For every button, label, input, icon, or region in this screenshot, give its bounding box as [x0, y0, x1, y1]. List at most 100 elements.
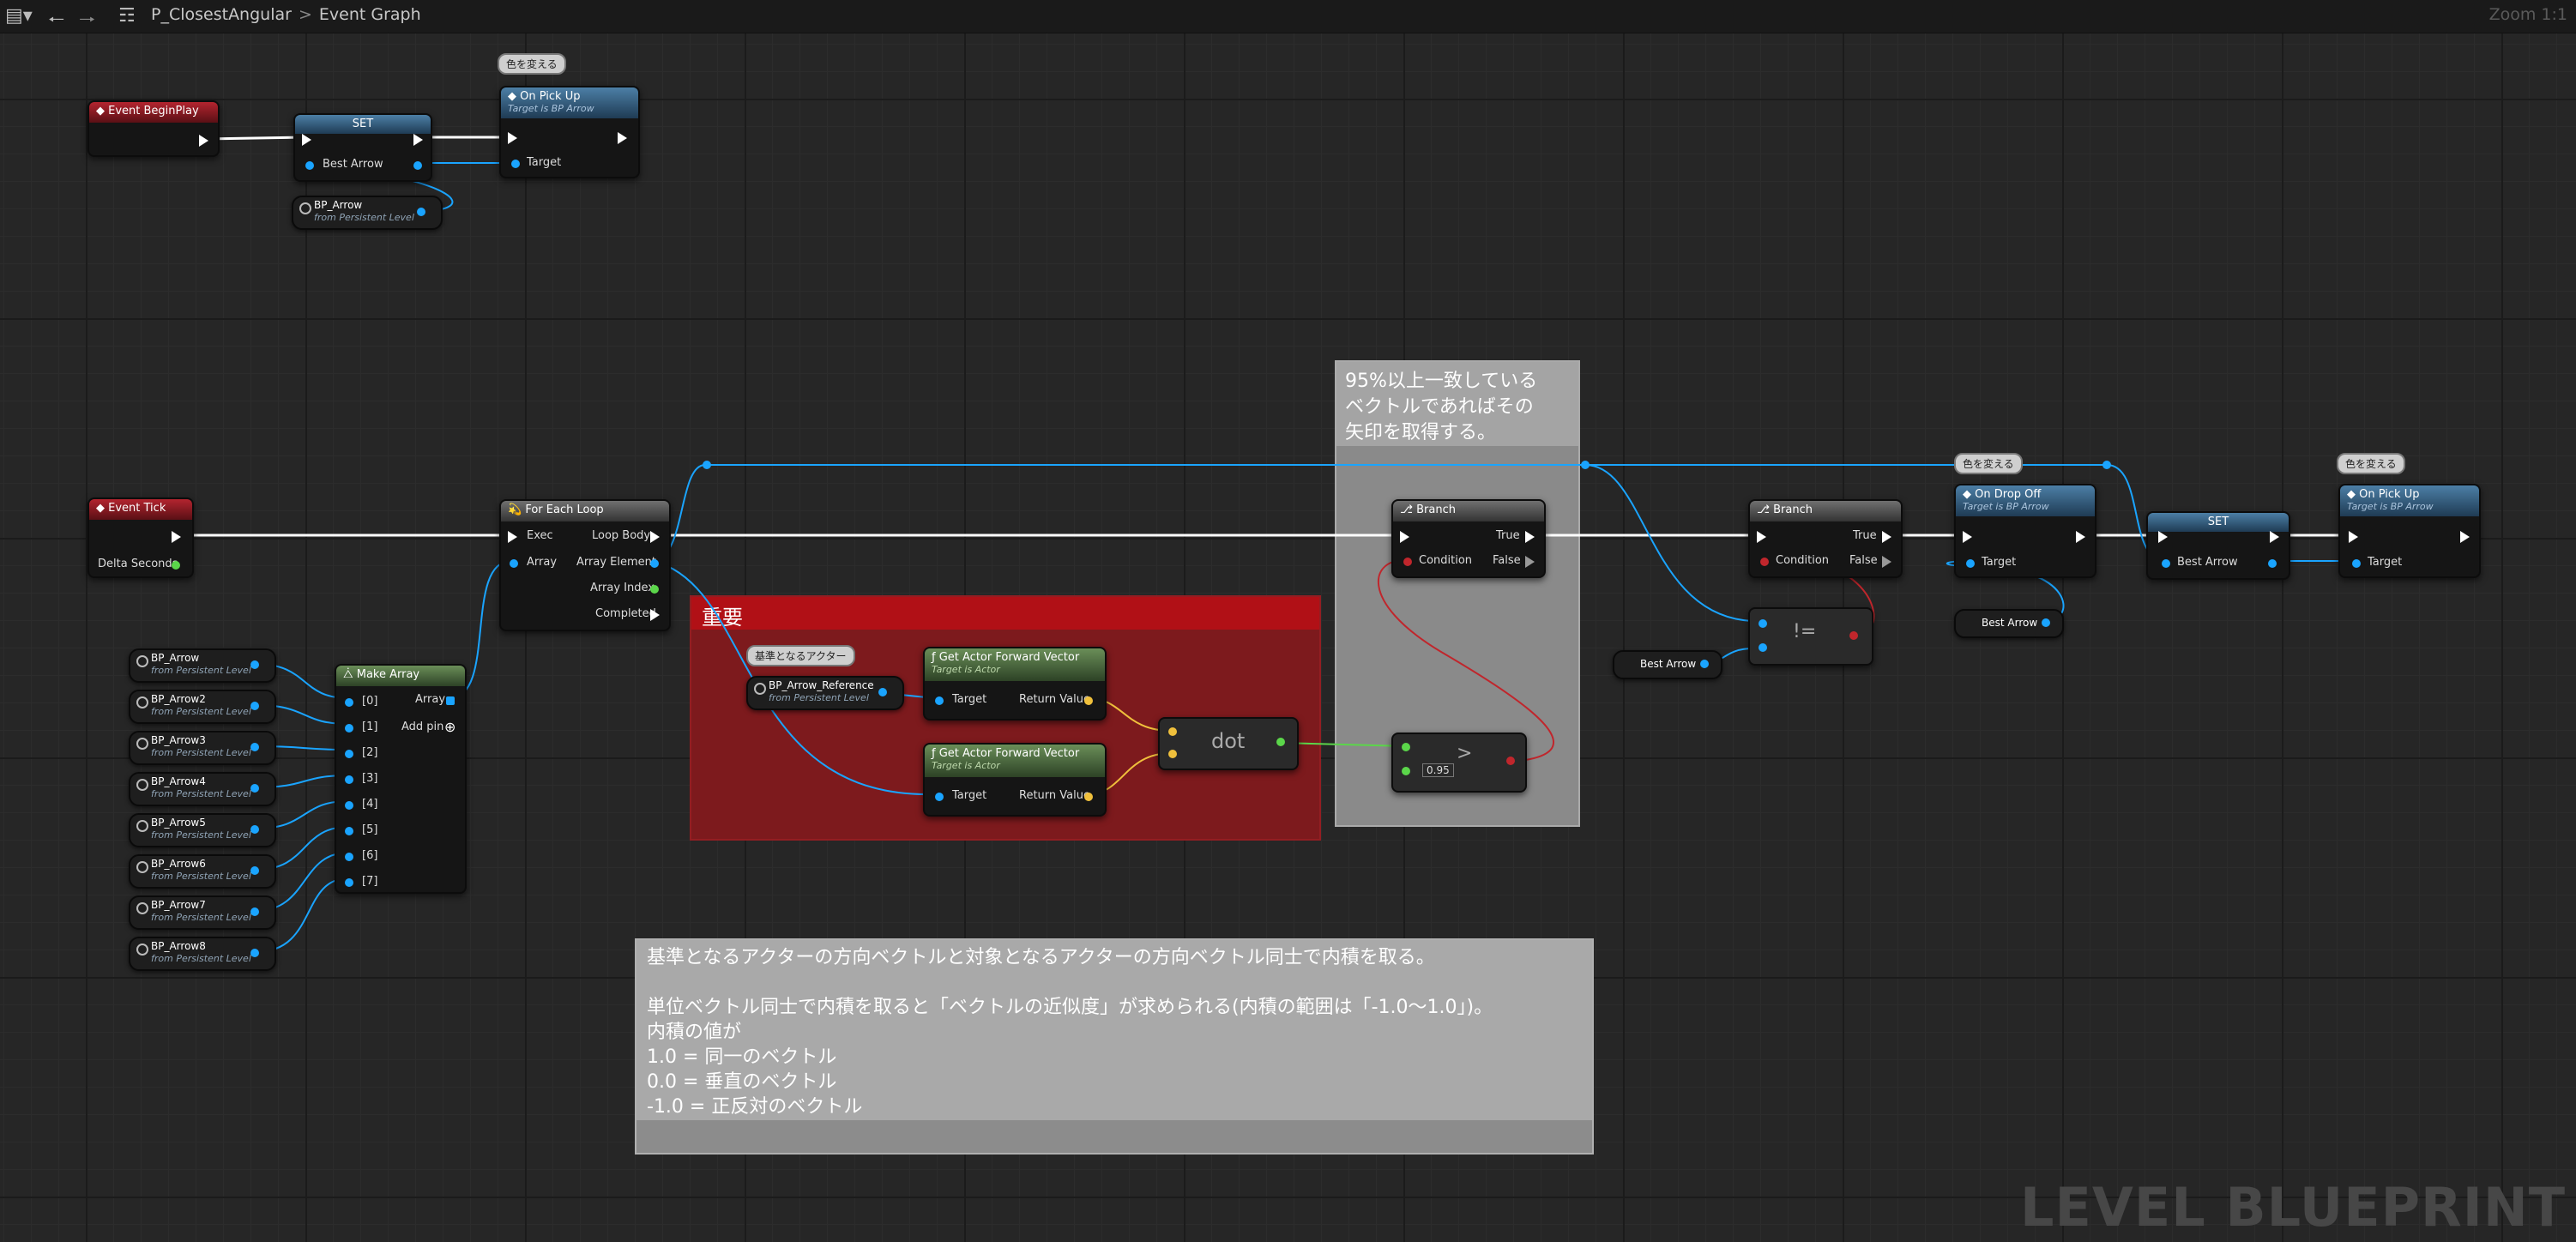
- get-actor-forward-vector-node-2[interactable]: ƒ Get Actor Forward Vector Target is Acto…: [923, 743, 1107, 817]
- bp-arrow-ref-3[interactable]: BP_Arrow3 from Persistent Level: [129, 731, 276, 765]
- best-arrow-out-pin[interactable]: [413, 161, 422, 170]
- bp-arrow-ref-top[interactable]: BP_Arrow from Persistent Level: [292, 196, 443, 230]
- bp-arrow-ref-6[interactable]: BP_Arrow6 from Persistent Level: [129, 854, 276, 889]
- array-out-pin[interactable]: [446, 696, 455, 705]
- bp-arrow-ref-2[interactable]: BP_Arrow2 from Persistent Level: [129, 690, 276, 724]
- false-out-pin[interactable]: [1525, 556, 1535, 568]
- true-out-pin[interactable]: [1882, 531, 1891, 543]
- on-pick-up-node-1[interactable]: ◆ On Pick Up Target is BP Arrow Target: [499, 86, 640, 178]
- graph-hierarchy-icon[interactable]: ☶: [118, 5, 136, 27]
- return-value-pin[interactable]: [1084, 696, 1093, 705]
- bp-arrow-ref-7[interactable]: BP_Arrow7 from Persistent Level: [129, 895, 276, 930]
- back-arrow-icon[interactable]: 🠐: [48, 5, 64, 38]
- array-item-pin[interactable]: [345, 724, 353, 733]
- best-arrow-in-pin[interactable]: [305, 161, 314, 170]
- vector-a-pin[interactable]: [1168, 727, 1177, 736]
- bool-out-pin[interactable]: [1849, 631, 1858, 640]
- target-pin[interactable]: [935, 696, 944, 705]
- object-out-pin[interactable]: [250, 702, 259, 710]
- branch-node-2[interactable]: ⎇ Branch True Condition False: [1748, 499, 1903, 578]
- bp-arrow-reference-node[interactable]: BP_Arrow_Reference from Persistent Level: [746, 676, 904, 710]
- get-actor-forward-vector-node-1[interactable]: ƒ Get Actor Forward Vector Target is Acto…: [923, 647, 1107, 720]
- vector-b-pin[interactable]: [1168, 750, 1177, 758]
- bp-arrow-ref-5[interactable]: BP_Arrow5 from Persistent Level: [129, 813, 276, 847]
- float-b-pin[interactable]: [1402, 767, 1410, 775]
- object-out-pin[interactable]: [250, 907, 259, 916]
- target-pin[interactable]: [2352, 559, 2361, 568]
- array-item-pin[interactable]: [345, 698, 353, 707]
- exec-out-pin[interactable]: [2460, 531, 2470, 543]
- object-out-pin[interactable]: [250, 784, 259, 793]
- array-item-pin[interactable]: [345, 827, 353, 835]
- object-out-pin[interactable]: [417, 208, 425, 216]
- array-item-pin[interactable]: [345, 775, 353, 784]
- exec-in-pin[interactable]: [1400, 531, 1409, 543]
- branch-node-1[interactable]: ⎇ Branch True Condition False: [1391, 499, 1546, 578]
- completed-out-pin[interactable]: [650, 609, 660, 621]
- breadcrumb-page[interactable]: Event Graph: [319, 5, 421, 24]
- greater-than-node[interactable]: 0.95 >: [1391, 733, 1527, 793]
- return-value-pin[interactable]: [1084, 793, 1093, 801]
- on-pick-up-node-2[interactable]: ◆ On Pick Up Target is BP Arrow Target: [2338, 484, 2481, 578]
- exec-out-pin[interactable]: [2076, 531, 2085, 543]
- object-b-pin[interactable]: [1759, 643, 1767, 652]
- reroute-knot[interactable]: [1581, 461, 1590, 469]
- bool-out-pin[interactable]: [1506, 757, 1515, 765]
- exec-in-pin[interactable]: [1963, 531, 1972, 543]
- array-item-pin[interactable]: [345, 801, 353, 810]
- add-pin-label[interactable]: Add pin: [401, 720, 443, 733]
- condition-pin[interactable]: [1760, 558, 1769, 566]
- threshold-value-field[interactable]: 0.95: [1422, 763, 1454, 777]
- object-out-pin[interactable]: [1700, 660, 1709, 668]
- object-out-pin[interactable]: [878, 688, 887, 696]
- add-pin-icon[interactable]: ⊕: [444, 719, 455, 735]
- target-pin[interactable]: [1966, 559, 1975, 568]
- delta-seconds-pin[interactable]: [172, 561, 180, 570]
- forward-arrow-icon[interactable]: 🠒: [79, 5, 95, 38]
- exec-in-pin[interactable]: [508, 132, 517, 144]
- target-pin[interactable]: [511, 160, 520, 168]
- array-item-pin[interactable]: [345, 853, 353, 861]
- array-item-pin[interactable]: [345, 878, 353, 887]
- exec-in-pin[interactable]: [508, 531, 517, 543]
- false-out-pin[interactable]: [1882, 556, 1891, 568]
- dot-product-node[interactable]: dot: [1158, 717, 1299, 770]
- event-tick-node[interactable]: ◆ Event Tick Delta Seconds: [87, 497, 194, 578]
- breadcrumb-graph-name[interactable]: P_ClosestAngular: [151, 5, 292, 24]
- best-arrow-out-pin[interactable]: [2268, 559, 2277, 568]
- float-a-pin[interactable]: [1402, 743, 1410, 751]
- reroute-knot[interactable]: [703, 461, 711, 469]
- bp-arrow-ref-8[interactable]: BP_Arrow8 from Persistent Level: [129, 937, 276, 971]
- object-out-pin[interactable]: [250, 660, 259, 669]
- best-arrow-get-node-2[interactable]: Best Arrow: [1954, 609, 2064, 638]
- object-out-pin[interactable]: [2042, 618, 2050, 627]
- not-equal-node[interactable]: !=: [1748, 607, 1873, 666]
- loop-body-out-pin[interactable]: [650, 531, 660, 543]
- exec-out-pin[interactable]: [199, 135, 208, 147]
- condition-pin[interactable]: [1403, 558, 1412, 566]
- object-out-pin[interactable]: [250, 866, 259, 875]
- reroute-knot[interactable]: [2102, 461, 2111, 469]
- object-out-pin[interactable]: [250, 949, 259, 957]
- blueprint-menu-icon[interactable]: ▤▾: [5, 5, 33, 27]
- array-in-pin[interactable]: [510, 559, 518, 568]
- best-arrow-in-pin[interactable]: [2162, 559, 2170, 568]
- exec-out-pin[interactable]: [618, 132, 627, 144]
- set-best-arrow-node-1[interactable]: SET Best Arrow: [293, 113, 432, 182]
- exec-out-pin[interactable]: [413, 134, 423, 146]
- array-item-pin[interactable]: [345, 750, 353, 758]
- exec-in-pin[interactable]: [2349, 531, 2358, 543]
- exec-out-pin[interactable]: [172, 531, 181, 543]
- best-arrow-get-node-1[interactable]: Best Arrow: [1613, 650, 1722, 679]
- object-out-pin[interactable]: [250, 825, 259, 834]
- array-index-out-pin[interactable]: [650, 585, 659, 594]
- bp-arrow-ref-4[interactable]: BP_Arrow4 from Persistent Level: [129, 772, 276, 806]
- for-each-loop-node[interactable]: 💫 For Each Loop Exec Loop Body Array Arr…: [499, 499, 671, 631]
- event-beginplay-node[interactable]: ◆ Event BeginPlay: [87, 100, 220, 157]
- exec-in-pin[interactable]: [302, 134, 311, 146]
- array-element-out-pin[interactable]: [650, 559, 659, 568]
- dot-product-note-comment[interactable]: 基準となるアクターの方向ベクトルと対象となるアクターの方向ベクトル同士で内積を取…: [635, 938, 1594, 1155]
- bp-arrow-ref-1[interactable]: BP_Arrow from Persistent Level: [129, 648, 276, 683]
- set-best-arrow-node-2[interactable]: SET Best Arrow: [2146, 511, 2290, 580]
- on-drop-off-node[interactable]: ◆ On Drop Off Target is BP Arrow Target: [1954, 484, 2096, 578]
